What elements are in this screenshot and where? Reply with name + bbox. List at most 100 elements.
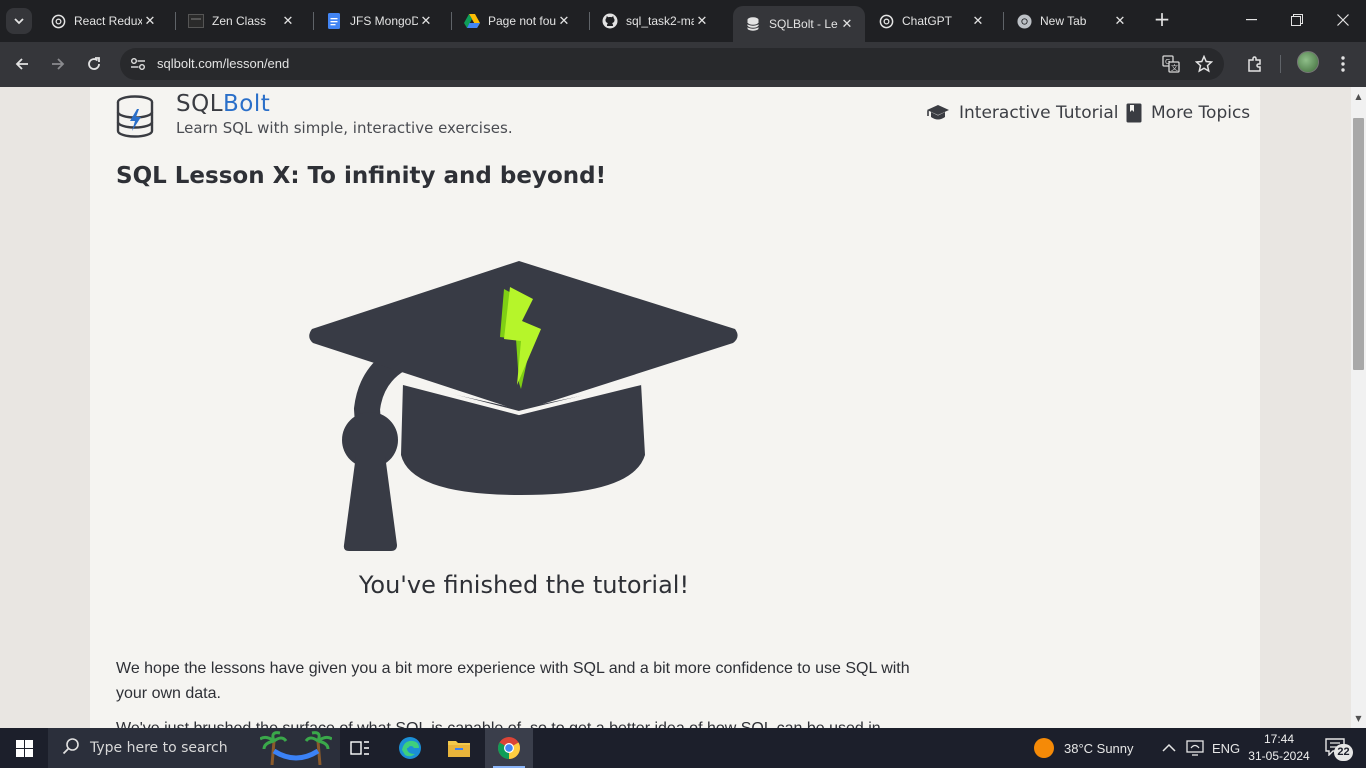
chrome-menu-button[interactable]	[1331, 52, 1355, 76]
taskbar-file-explorer[interactable]	[435, 728, 483, 768]
minimize-icon	[1245, 19, 1257, 21]
site-info-icon[interactable]	[128, 54, 148, 74]
weather-text: 38°C Sunny	[1064, 740, 1134, 756]
github-icon	[602, 13, 618, 29]
back-button[interactable]	[8, 50, 36, 78]
scroll-up-icon[interactable]: ▲	[1351, 89, 1366, 104]
sun-icon	[1034, 738, 1054, 758]
close-tab-icon[interactable]: ✕	[556, 13, 572, 29]
scroll-down-icon[interactable]: ▼	[1351, 711, 1366, 726]
tab-title: React Redux	[74, 14, 142, 28]
close-tab-icon[interactable]: ✕	[694, 13, 710, 29]
nav-label: Interactive Tutorial	[959, 103, 1119, 123]
close-tab-icon[interactable]: ✕	[1112, 13, 1128, 29]
arrow-right-icon	[52, 58, 65, 70]
tab-sqlbolt[interactable]: SQLBolt - Le ✕	[733, 6, 865, 42]
display-network-button[interactable]	[1186, 728, 1204, 768]
browser-toolbar: sqlbolt.com/lesson/end G文	[0, 42, 1366, 87]
tab-new-tab[interactable]: New Tab ✕	[1004, 6, 1138, 36]
tab-title: sql_task2-ma	[626, 14, 694, 28]
tab-title: SQLBolt - Le	[769, 17, 838, 31]
chatgpt-icon	[878, 13, 894, 29]
restore-icon	[1291, 14, 1303, 26]
extensions-button[interactable]	[1243, 52, 1267, 76]
task-view-icon	[350, 741, 369, 755]
close-tab-icon[interactable]: ✕	[418, 13, 434, 29]
tab-react-redux[interactable]: React Redux ✕	[38, 6, 168, 36]
taskbar-edge[interactable]	[386, 728, 434, 768]
brand-prefix: SQL	[176, 91, 224, 117]
translate-icon[interactable]: G文	[1161, 54, 1181, 74]
chevron-up-icon	[1162, 743, 1176, 752]
search-icon	[62, 737, 80, 759]
start-button[interactable]	[0, 728, 48, 768]
chrome-icon	[498, 737, 520, 759]
site-brand[interactable]: SQLBolt	[176, 91, 270, 117]
tab-strip: React Redux ✕ Zen Class ✕ JFS MongoD ✕ P…	[0, 0, 1366, 42]
lesson-paragraph-2: We've just brushed the surface of what S…	[116, 716, 936, 728]
nav-more-topics[interactable]: More Topics	[1126, 103, 1250, 123]
close-window-button[interactable]	[1320, 0, 1366, 40]
finished-message: You've finished the tutorial!	[358, 571, 690, 599]
tab-page-not-found[interactable]: Page not fou ✕	[452, 6, 582, 36]
chrome-icon	[1016, 13, 1032, 29]
profile-avatar[interactable]	[1297, 51, 1319, 73]
graduation-cap-illustration	[309, 261, 738, 551]
restore-button[interactable]	[1274, 0, 1320, 40]
tab-zen-class[interactable]: Zen Class ✕	[176, 6, 306, 36]
page-viewport: SQLBolt Learn SQL with simple, interacti…	[0, 87, 1351, 728]
brand-suffix: Bolt	[223, 91, 271, 117]
nav-interactive-tutorial[interactable]: Interactive Tutorial	[926, 103, 1118, 123]
close-tab-icon[interactable]: ✕	[142, 13, 158, 29]
book-icon	[1126, 103, 1142, 123]
edge-icon	[399, 737, 421, 759]
tab-search-button[interactable]	[6, 8, 32, 34]
new-tab-button[interactable]: +	[1150, 8, 1174, 32]
google-docs-icon	[326, 13, 342, 29]
puzzle-icon	[1248, 56, 1261, 72]
taskbar-chrome[interactable]	[485, 728, 533, 768]
beach-hammock-icon	[260, 731, 332, 765]
tab-jfs-mongodb[interactable]: JFS MongoD ✕	[314, 6, 444, 36]
google-drive-icon	[464, 13, 480, 29]
lesson-title: SQL Lesson X: To infinity and beyond!	[116, 163, 607, 189]
toolbar-divider	[1280, 55, 1281, 73]
close-tab-icon[interactable]: ✕	[970, 13, 986, 29]
tab-title: JFS MongoD	[350, 14, 418, 28]
taskbar-clock[interactable]: 17:44 31-05-2024	[1232, 731, 1326, 765]
forward-button[interactable]	[44, 50, 72, 78]
close-tab-icon[interactable]: ✕	[839, 16, 855, 32]
nav-label: More Topics	[1151, 103, 1251, 123]
svg-text:文: 文	[1171, 63, 1178, 72]
address-bar[interactable]: sqlbolt.com/lesson/end G文	[120, 48, 1224, 80]
reload-button[interactable]	[80, 50, 108, 78]
tab-chatgpt[interactable]: ChatGPT ✕	[866, 6, 996, 36]
url-text[interactable]: sqlbolt.com/lesson/end	[157, 56, 289, 71]
tab-github-sql-task[interactable]: sql_task2-ma ✕	[590, 6, 720, 36]
reload-icon	[88, 57, 100, 70]
network-display-icon	[1186, 740, 1204, 756]
bookmark-star-icon[interactable]	[1194, 54, 1214, 74]
task-view-button[interactable]	[336, 728, 384, 768]
tab-title: ChatGPT	[902, 14, 953, 28]
page-content: SQLBolt Learn SQL with simple, interacti…	[90, 87, 1260, 728]
close-tab-icon[interactable]: ✕	[280, 13, 296, 29]
scrollbar-thumb[interactable]	[1353, 118, 1364, 370]
search-placeholder: Type here to search	[90, 740, 228, 756]
chevron-down-icon	[14, 18, 24, 25]
clock-time: 17:44	[1263, 732, 1295, 746]
more-vertical-icon	[1341, 56, 1345, 72]
notification-center-button[interactable]: 22	[1325, 736, 1353, 761]
page-scrollbar[interactable]: ▲ ▼	[1351, 87, 1366, 728]
chatgpt-icon	[50, 13, 66, 29]
minimize-button[interactable]	[1228, 0, 1274, 40]
notification-count-badge: 22	[1334, 744, 1353, 761]
graduation-cap-icon	[926, 104, 950, 122]
windows-taskbar: Type here to search 38°C Sunny ENG 17:44…	[0, 728, 1366, 768]
tray-overflow-button[interactable]	[1162, 728, 1176, 768]
tab-title: Zen Class	[212, 14, 267, 28]
taskbar-search[interactable]: Type here to search	[48, 728, 340, 768]
weather-widget[interactable]: 38°C Sunny	[1033, 728, 1134, 768]
close-icon	[1337, 14, 1349, 26]
sqlbolt-logo-icon[interactable]	[116, 95, 154, 139]
